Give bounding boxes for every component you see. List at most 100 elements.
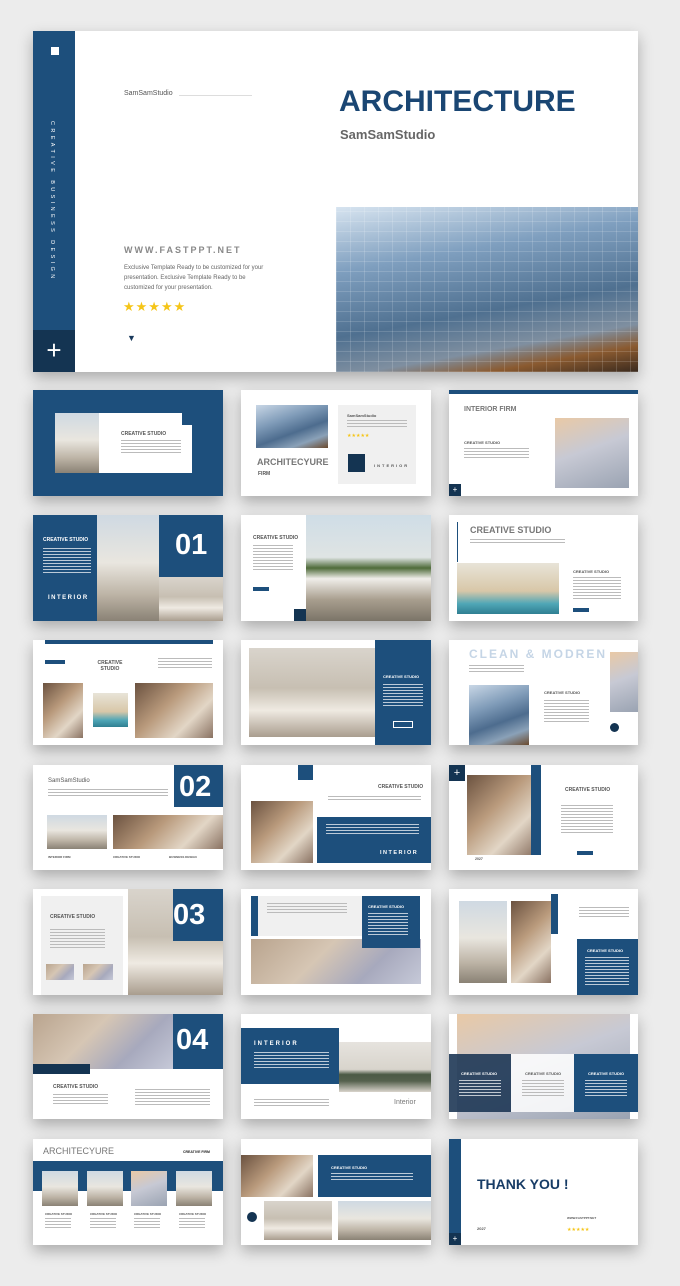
play-button[interactable] bbox=[247, 1212, 257, 1222]
accent-bar bbox=[551, 894, 558, 934]
slide-17[interactable]: 04 CREATIVE STUDIO bbox=[33, 1014, 223, 1119]
photo bbox=[113, 815, 223, 849]
slide-7[interactable]: CREATIVE STUDIO CREATIVE STUDIO bbox=[449, 515, 638, 621]
slide-label: CREATIVE STUDIO bbox=[544, 690, 581, 695]
photo bbox=[159, 577, 223, 621]
slide-8[interactable]: CREATIVE STUDIO bbox=[33, 640, 223, 745]
hero-title: ARCHITECTURE bbox=[339, 85, 576, 118]
slide-label: CREATIVE STUDIO bbox=[53, 1084, 99, 1090]
slide-title: INTERIOR FIRM bbox=[464, 406, 517, 413]
tag: INTERIOR bbox=[380, 850, 419, 856]
triangle-down-icon[interactable]: ▼ bbox=[127, 333, 136, 343]
slide-label: CREATIVE STUDIO bbox=[383, 674, 420, 679]
slide-21[interactable]: CREATIVE STUDIO bbox=[241, 1139, 431, 1245]
hero-building-photo bbox=[336, 207, 638, 372]
photo bbox=[135, 683, 213, 738]
photo bbox=[338, 1201, 431, 1240]
body-text bbox=[90, 1218, 116, 1228]
slide-title: SamSamStudio bbox=[48, 778, 90, 784]
slide-12[interactable]: CREATIVE STUDIO INTERIOR bbox=[241, 765, 431, 870]
slide-3[interactable]: ARCHITECYURE FIRM SamSamStudio ★★★★★ INT… bbox=[241, 390, 431, 496]
slide-22[interactable]: + THANK YOU ! 2027 WWW.FASTPPT.NET ★★★★★ bbox=[449, 1139, 638, 1245]
slide-label: CREATIVE STUDIO bbox=[97, 660, 123, 672]
slide-15[interactable]: CREATIVE STUDIO bbox=[241, 889, 431, 995]
body-text bbox=[347, 420, 407, 428]
caption: CREATIVE STUDIO bbox=[134, 1212, 162, 1216]
slide-6[interactable]: CREATIVE STUDIO bbox=[241, 515, 431, 621]
slide-18[interactable]: INTERIOR Interior bbox=[241, 1014, 431, 1119]
top-bar bbox=[449, 390, 638, 394]
slide-10[interactable]: CLEAN & MODREN CREATIVE STUDIO bbox=[449, 640, 638, 745]
section-number: 03 bbox=[173, 899, 206, 931]
plus-button[interactable] bbox=[294, 609, 306, 621]
tag-button[interactable] bbox=[45, 660, 65, 664]
photo bbox=[469, 685, 529, 745]
hero-website: WWW.FASTPPT.NET bbox=[124, 245, 242, 255]
slide-13[interactable]: + CREATIVE STUDIO 2027 bbox=[449, 765, 638, 870]
body-text bbox=[573, 577, 621, 599]
photo bbox=[87, 1171, 123, 1206]
slide-2[interactable]: CREATIVE STUDIO bbox=[33, 390, 223, 496]
body-text bbox=[522, 1080, 564, 1098]
body-text bbox=[328, 796, 421, 802]
plus-button[interactable]: + bbox=[449, 1233, 461, 1245]
hero-description: Exclusive Template Ready to be customize… bbox=[124, 265, 264, 291]
photo bbox=[339, 1042, 431, 1092]
play-button[interactable] bbox=[610, 723, 619, 732]
body-text bbox=[43, 548, 91, 573]
photo bbox=[33, 1014, 173, 1069]
caption: INTERIOR FIRM bbox=[48, 855, 71, 859]
body-text bbox=[267, 903, 347, 913]
body-text bbox=[459, 1080, 501, 1098]
slide-label: CREATIVE STUDIO bbox=[331, 1165, 368, 1170]
year: 2027 bbox=[477, 1226, 486, 1231]
plus-button[interactable]: + bbox=[33, 330, 75, 372]
plus-button[interactable]: + bbox=[449, 484, 461, 496]
body-text bbox=[368, 913, 408, 935]
slide-label: CREATIVE STUDIO bbox=[121, 431, 167, 437]
photo bbox=[83, 964, 113, 980]
hero-slide[interactable]: CREATIVE BUSINESS DESIGN + SamSamStudio … bbox=[33, 31, 638, 372]
accent-line bbox=[457, 522, 458, 562]
stars: ★★★★★ bbox=[347, 433, 370, 439]
slide-11[interactable]: SamSamStudio 02 INTERIOR FIRM CREATIVE S… bbox=[33, 765, 223, 870]
photo bbox=[249, 648, 376, 737]
body-text bbox=[544, 700, 589, 722]
lightbulb-icon bbox=[348, 454, 365, 472]
photo bbox=[467, 775, 535, 855]
accent-bar bbox=[531, 765, 541, 855]
slide-label: CREATIVE STUDIO bbox=[378, 784, 424, 790]
more-button[interactable] bbox=[573, 608, 589, 612]
slide-14[interactable]: CREATIVE STUDIO 03 bbox=[33, 889, 223, 995]
more-button[interactable] bbox=[577, 851, 593, 855]
more-button[interactable] bbox=[393, 721, 413, 728]
slide-20[interactable]: ARCHITECYURE CREATIVE FIRM CREATIVE STUD… bbox=[33, 1139, 223, 1245]
slide-title: CLEAN & MODREN bbox=[469, 647, 607, 661]
slide-9[interactable]: CREATIVE STUDIO bbox=[241, 640, 431, 745]
photo bbox=[457, 563, 559, 614]
photo bbox=[264, 1201, 332, 1240]
tag: INTERIOR bbox=[48, 595, 89, 601]
photo bbox=[610, 652, 638, 712]
body-text bbox=[585, 957, 629, 985]
stars: ★★★★★ bbox=[567, 1227, 590, 1233]
photo bbox=[131, 1171, 167, 1206]
body-text bbox=[179, 1218, 205, 1228]
body-text bbox=[326, 824, 419, 834]
body-text bbox=[253, 545, 293, 571]
plus-button[interactable]: + bbox=[449, 765, 465, 781]
photo bbox=[306, 515, 431, 621]
photo bbox=[55, 413, 99, 473]
photo bbox=[42, 1171, 78, 1206]
body-text bbox=[331, 1173, 413, 1181]
more-button[interactable] bbox=[253, 587, 269, 591]
website: WWW.FASTPPT.NET bbox=[567, 1216, 597, 1220]
thank-you-title: THANK YOU ! bbox=[477, 1176, 569, 1192]
slide-16[interactable]: CREATIVE STUDIO bbox=[449, 889, 638, 995]
photo bbox=[97, 515, 159, 621]
slide-5[interactable]: CREATIVE STUDIO INTERIOR 01 bbox=[33, 515, 223, 621]
slide-19[interactable]: CREATIVE STUDIO CREATIVE STUDIO CREATIVE… bbox=[449, 1014, 638, 1119]
accent-square bbox=[182, 413, 195, 425]
slide-4[interactable]: INTERIOR FIRM CREATIVE STUDIO + bbox=[449, 390, 638, 496]
body-text bbox=[158, 658, 212, 668]
